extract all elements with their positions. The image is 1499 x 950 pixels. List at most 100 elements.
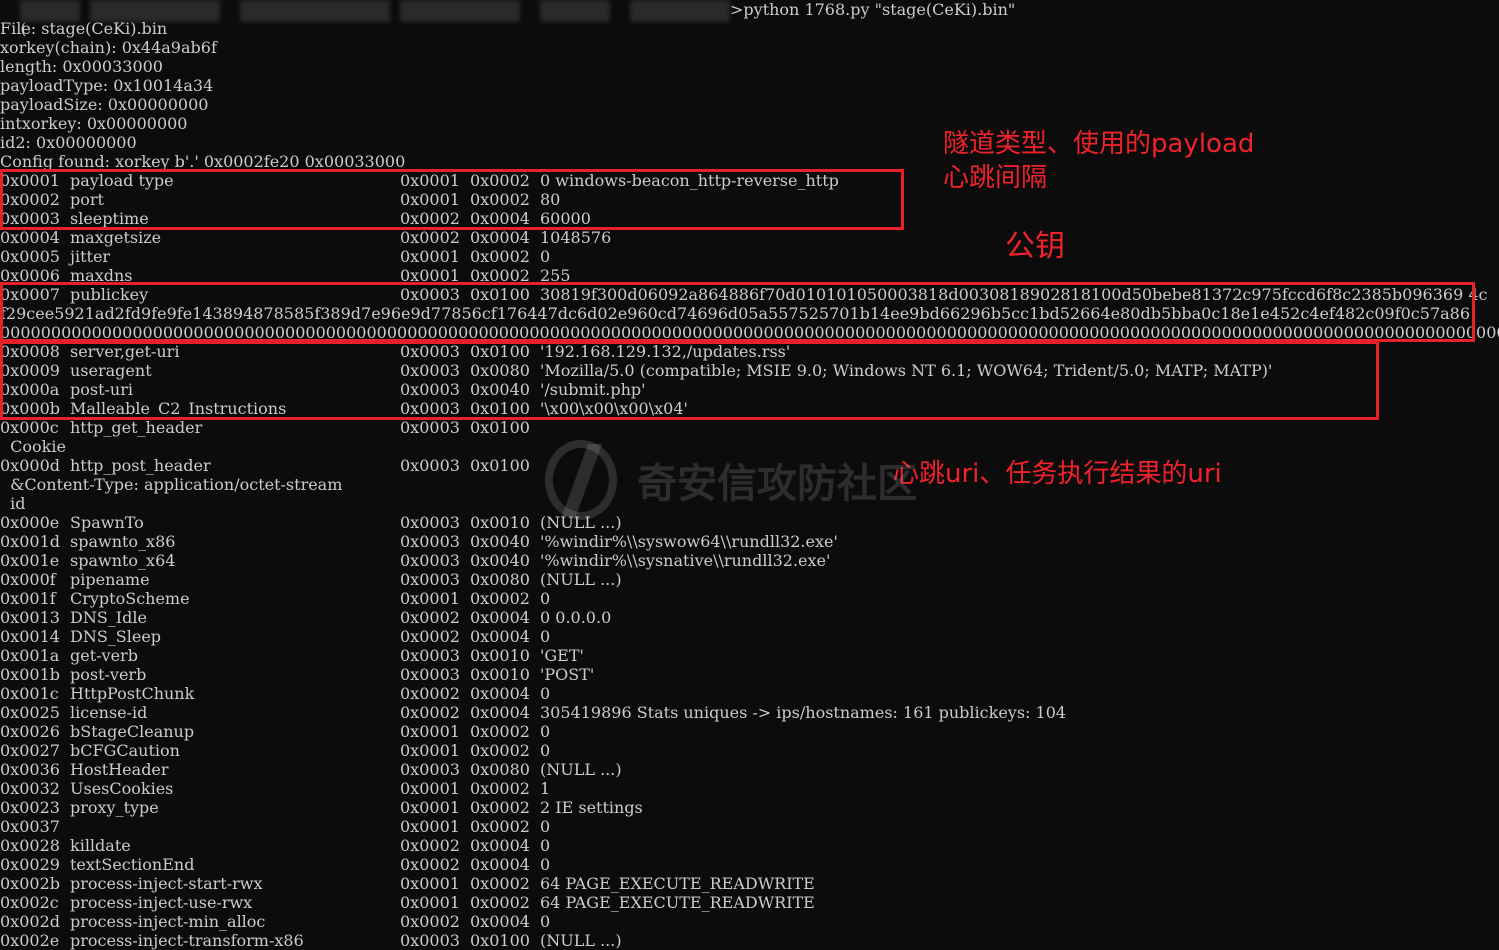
entry-id: 0x001c (0, 684, 59, 703)
prompt-command: >python 1768.py "stage(CeKi).bin" (730, 0, 1016, 19)
entry-value: 0 (540, 722, 551, 741)
entry-type: 0x0002 (400, 228, 460, 247)
config-entry-row: 0x0004 maxgetsize 0x0002 0x0004 1048576 (0, 228, 1499, 247)
entry-type: 0x0003 (400, 418, 460, 437)
config-entry-row: 0x0013 DNS_Idle 0x0002 0x0004 0 0.0.0.0 (0, 608, 1499, 627)
entry-value: 64 PAGE_EXECUTE_READWRITE (540, 874, 815, 893)
entry-id: 0x002d (0, 912, 60, 931)
entry-name: textSectionEnd (70, 855, 195, 874)
entry-type: 0x0002 (400, 703, 460, 722)
config-entry-row: 0x0028 killdate 0x0002 0x0004 0 (0, 836, 1499, 855)
config-entry-row: 0x0032 UsesCookies 0x0001 0x0002 1 (0, 779, 1499, 798)
config-entry-row: 0x001e spawnto_x64 0x0003 0x0040 '%windir%\\… (0, 551, 1499, 570)
entry-type: 0x0001 (400, 589, 460, 608)
entry-type: 0x0003 (400, 665, 460, 684)
entry-value: 0 (540, 589, 551, 608)
entry-value: (NULL ...) (540, 760, 622, 779)
entry-name: license-id (70, 703, 148, 722)
entry-length: 0x0040 (470, 532, 530, 551)
entry-length: 0x0004 (470, 228, 530, 247)
entry-length: 0x0002 (470, 817, 530, 836)
entry-name: pipename (70, 570, 150, 589)
entry-id: 0x0023 (0, 798, 60, 817)
entry-length: 0x0004 (470, 684, 530, 703)
config-entry-row: 0x0023 proxy_type 0x0001 0x0002 2 IE setting… (0, 798, 1499, 817)
entry-id: 0x001a (0, 646, 60, 665)
entry-id: 0x000f (0, 570, 56, 589)
annotation-tunnel-note: 隧道类型、使用的payload 心跳间隔 (943, 129, 1255, 193)
entry-length: 0x0002 (470, 874, 530, 893)
entry-id: 0x0014 (0, 627, 60, 646)
entry-id: 0x0029 (0, 855, 60, 874)
entry-type: 0x0003 (400, 570, 460, 589)
header-line: File: stage(CeKi).bin (0, 19, 168, 38)
config-entry-row: 0x0005 jitter 0x0001 0x0002 0 (0, 247, 1499, 266)
entry-id: 0x002e (0, 931, 60, 950)
config-entry-row: 0x001c HttpPostChunk 0x0002 0x0004 0 (0, 684, 1499, 703)
header-line: intxorkey: 0x00000000 (0, 114, 188, 133)
entry-length: 0x0002 (470, 741, 530, 760)
entry-length: 0x0080 (470, 570, 530, 589)
annotation-box-uri (0, 341, 1379, 420)
entry-value: (NULL ...) (540, 931, 622, 950)
entry-name: HostHeader (70, 760, 169, 779)
entry-value: 0 0.0.0.0 (540, 608, 612, 627)
entry-length: 0x0010 (470, 646, 530, 665)
config-entry-row: 0x002c process-inject-use-rwx 0x0001 0x0002… (0, 893, 1499, 912)
entry-value: 64 PAGE_EXECUTE_READWRITE (540, 893, 815, 912)
entry-id: 0x0037 (0, 817, 60, 836)
config-entry-row: 0x0025 license-id 0x0002 0x0004 305419896 St… (0, 703, 1499, 722)
entry-name: spawnto_x64 (70, 551, 176, 570)
entry-type: 0x0001 (400, 779, 460, 798)
entry-length: 0x0100 (470, 931, 530, 950)
entry-value: 1048576 (540, 228, 612, 247)
entry-value: 0 (540, 627, 551, 646)
entry-id: 0x0013 (0, 608, 60, 627)
entry-type: 0x0002 (400, 836, 460, 855)
config-entry-row: 0x000f pipename 0x0003 0x0080 (NULL ...) (0, 570, 1499, 589)
config-entry-row: 0x0036 HostHeader 0x0003 0x0080 (NULL ...) (0, 760, 1499, 779)
config-entry-row: 0x002e process-inject-transform-x86 0x0003… (0, 931, 1499, 950)
config-entry-row: 0x0026 bStageCleanup 0x0001 0x0002 0 (0, 722, 1499, 741)
entry-type: 0x0001 (400, 893, 460, 912)
entry-length: 0x0040 (470, 551, 530, 570)
entry-type: 0x0003 (400, 532, 460, 551)
config-entry-row: 0x0029 textSectionEnd 0x0002 0x0004 0 (0, 855, 1499, 874)
entry-value: 1 (540, 779, 551, 798)
entry-name: proxy_type (70, 798, 159, 817)
redacted-path-block (540, 0, 610, 22)
entry-value: 0 (540, 684, 551, 703)
entry-name: process-inject-min_alloc (70, 912, 266, 931)
entry-name: CryptoScheme (70, 589, 190, 608)
entry-type: 0x0003 (400, 931, 460, 950)
entry-type: 0x0001 (400, 741, 460, 760)
watermark: 奇安信攻防社区 (545, 440, 917, 520)
entry-length: 0x0002 (470, 798, 530, 817)
entry-id: 0x001b (0, 665, 60, 684)
entry-value: 0 (540, 817, 551, 836)
entry-type: 0x0003 (400, 760, 460, 779)
entry-value: 0 (540, 741, 551, 760)
entry-name: process-inject-use-rwx (70, 893, 253, 912)
entry-type: 0x0003 (400, 456, 460, 475)
config-entry-row: 0x001b post-verb 0x0003 0x0010 'POST' (0, 665, 1499, 684)
entry-length: 0x0080 (470, 760, 530, 779)
entry-value: 305419896 Stats uniques -> ips/hostnames… (540, 703, 1067, 722)
entry-length: 0x0004 (470, 703, 530, 722)
entry-id: 0x0004 (0, 228, 60, 247)
annotation-uri-note: 心跳uri、任务执行结果的uri (893, 459, 1222, 489)
entry-length: 0x0002 (470, 247, 530, 266)
entry-length: 0x0004 (470, 912, 530, 931)
entry-id: 0x0036 (0, 760, 60, 779)
header-line: payloadSize: 0x00000000 (0, 95, 209, 114)
header-line: id2: 0x00000000 (0, 133, 137, 152)
entry-id: 0x002b (0, 874, 60, 893)
entry-name: UsesCookies (70, 779, 174, 798)
entry-value: 'POST' (540, 665, 595, 684)
entry-value: 2 IE settings (540, 798, 643, 817)
annotation-box-tunnel (0, 169, 904, 230)
entry-name: HttpPostChunk (70, 684, 195, 703)
entry-length: 0x0004 (470, 627, 530, 646)
redacted-path-block (240, 0, 390, 22)
entry-type: 0x0001 (400, 247, 460, 266)
